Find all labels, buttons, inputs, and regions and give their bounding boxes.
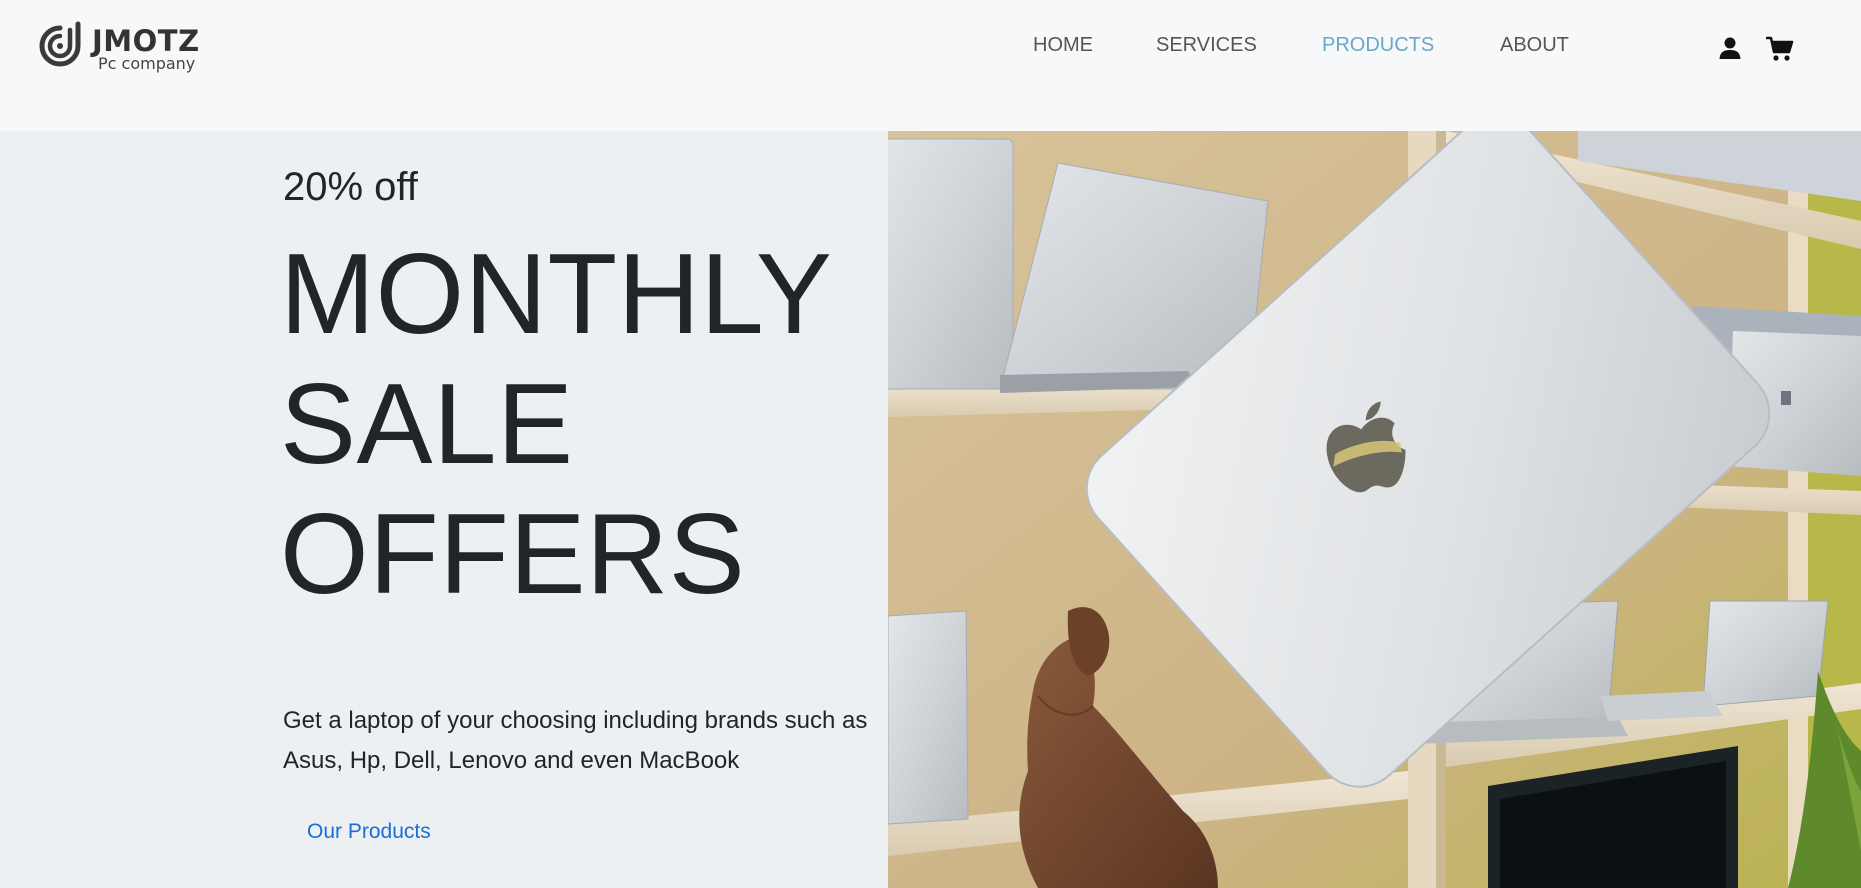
brand-tagline: Pc company bbox=[98, 54, 196, 73]
cart-icon bbox=[1766, 36, 1794, 61]
account-button[interactable] bbox=[1718, 36, 1742, 60]
nav-item-services[interactable]: SERVICES bbox=[1156, 34, 1257, 57]
headline-line-2: SALE bbox=[280, 361, 574, 488]
nav-item-about[interactable]: ABOUT bbox=[1500, 34, 1569, 57]
user-icon bbox=[1719, 37, 1741, 59]
nav-item-home[interactable]: HOME bbox=[1033, 34, 1093, 57]
brand-logo[interactable]: JMOTZ Pc company bbox=[38, 18, 208, 78]
page: JMOTZ Pc company HOME SERVICES PRODUCTS … bbox=[0, 0, 1861, 888]
discount-label: 20% off bbox=[283, 165, 418, 209]
headline-line-3: OFFERS bbox=[280, 491, 746, 618]
cart-button[interactable] bbox=[1766, 35, 1794, 63]
our-products-button[interactable]: Our Products bbox=[283, 812, 455, 852]
logo-mark-icon bbox=[39, 21, 81, 67]
site-header: JMOTZ Pc company HOME SERVICES PRODUCTS … bbox=[0, 0, 1861, 131]
hero-photo-illustration bbox=[888, 131, 1861, 888]
brand-name: JMOTZ bbox=[92, 24, 200, 58]
headline-line-1: MONTHLY bbox=[280, 231, 833, 358]
hero-image bbox=[888, 131, 1861, 888]
nav-item-products[interactable]: PRODUCTS bbox=[1322, 34, 1434, 57]
hero-description: Get a laptop of your choosing including … bbox=[283, 707, 868, 774]
